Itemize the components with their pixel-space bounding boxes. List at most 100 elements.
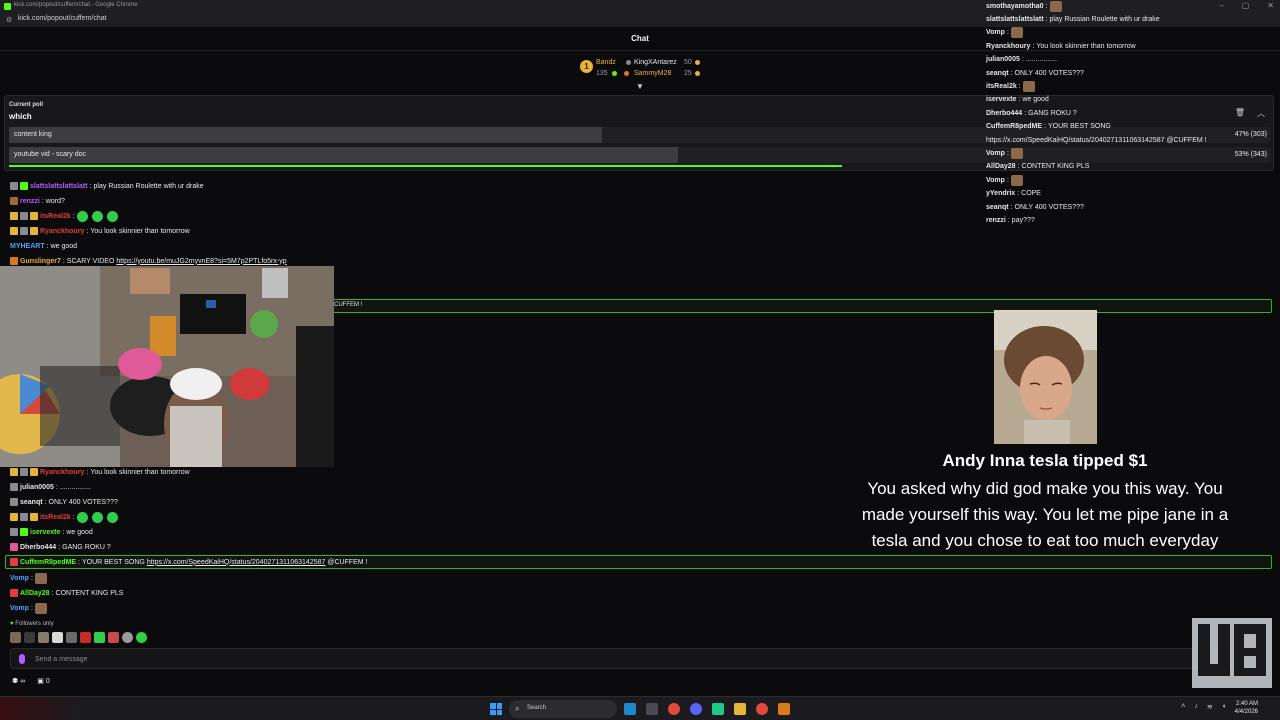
chat-username[interactable]: Ryanckhoury xyxy=(40,228,84,235)
chat-username[interactable]: MYHEART xyxy=(10,243,45,250)
chat-message[interactable]: iservexte: we good xyxy=(10,526,93,538)
chat-message[interactable]: Dherbo444: GANG ROKU ? xyxy=(10,541,111,553)
chat-username[interactable]: iservexte xyxy=(30,529,60,536)
chat-text: play Russian Roulette with ur drake xyxy=(93,182,204,190)
chat-message[interactable]: julian0005: ................ xyxy=(10,481,91,493)
overlay-chat-text: YOUR BEST SONG xyxy=(1047,123,1111,131)
chat-message[interactable]: Ryanckhoury: You look skinnier than tomo… xyxy=(10,466,190,478)
chat-message[interactable]: Vomp: xyxy=(10,572,47,584)
users-icon: ⚉ xyxy=(12,678,19,685)
gifts-stat[interactable]: ▣ 0 xyxy=(37,677,49,685)
steam-icon[interactable] xyxy=(624,703,636,715)
quick-emote-icon[interactable] xyxy=(94,632,105,643)
app-icon[interactable] xyxy=(646,703,658,715)
emote-icon xyxy=(91,210,103,222)
chat-link[interactable]: https://youtu.be/muJG2myvnE8?si=5M7p2PTL… xyxy=(116,258,286,265)
volume-icon[interactable]: ◖ xyxy=(1222,703,1226,711)
chat-message[interactable]: slattslattslattslatt: play Russian Roule… xyxy=(10,180,204,192)
chat-message[interactable]: Vomp: xyxy=(10,602,47,614)
chat-username[interactable]: renzzi xyxy=(20,198,40,205)
overlay-chat-username: smothayamotha0 xyxy=(986,2,1044,10)
poll-option-label: content king xyxy=(14,131,52,138)
wifi-icon[interactable]: ≋ xyxy=(1207,703,1213,711)
overlay-chat-message: julian0005:................ xyxy=(986,56,1057,64)
sub-badge-icon xyxy=(10,589,18,597)
subscriber-badge-icon xyxy=(20,227,28,235)
chat-username[interactable]: slattslattslattslatt xyxy=(30,183,88,190)
site-info-icon[interactable]: ⚙ xyxy=(6,16,12,24)
chat-username[interactable]: Dherbo444 xyxy=(20,544,56,551)
chat-message[interactable]: itsReal2k: xyxy=(10,210,120,222)
trash-icon[interactable]: 🗑 xyxy=(1235,108,1245,117)
verified-badge-icon xyxy=(20,182,28,190)
chat-username[interactable]: Ryanckhoury xyxy=(40,469,84,476)
chat-username[interactable]: itsReal2k xyxy=(40,514,71,521)
chat-username[interactable]: itsReal2k xyxy=(40,213,71,220)
chat-link[interactable]: https://x.com/SpeedKaiHQ/status/20402713… xyxy=(147,559,326,566)
chat-username[interactable]: CuffemR8pedME xyxy=(20,559,76,566)
quick-emote-icon[interactable] xyxy=(38,632,49,643)
overlay-chat-message: Vomp: xyxy=(986,174,1023,186)
chat-message[interactable]: CuffemR8pedME: YOUR BEST SONG https://x.… xyxy=(10,556,368,568)
close-icon[interactable]: ✕ xyxy=(1267,1,1274,10)
poll-question: which xyxy=(9,112,32,121)
emote-icon xyxy=(76,511,88,523)
quick-emote-icon[interactable] xyxy=(66,632,77,643)
discord-icon[interactable] xyxy=(690,703,702,715)
address-bar-url[interactable]: kick.com/popout/cuffem/chat xyxy=(18,15,107,22)
overlay-chat-text: play Russian Roulette with ur drake xyxy=(1049,15,1160,23)
file-explorer-icon[interactable] xyxy=(734,703,746,715)
chrome-icon[interactable] xyxy=(668,703,680,715)
quick-emote-icon[interactable] xyxy=(52,632,63,643)
overlay-chat-message: Dherbo444: GANG ROKU ? xyxy=(986,109,1077,117)
leaderboard-top-name: Bandz xyxy=(596,59,616,66)
taskbar-widget[interactable] xyxy=(0,697,80,720)
app-icon[interactable] xyxy=(778,703,790,715)
viewers-stat[interactable]: ⚉ ∞ xyxy=(12,677,25,685)
quick-emote-icon[interactable] xyxy=(136,632,147,643)
chat-username[interactable]: seanqt xyxy=(20,499,43,506)
chat-username[interactable]: julian0005 xyxy=(20,484,54,491)
windows-taskbar: ⌕ Search ˄ ♪ ≋ ◖ 2:40 AM 4/4/2026 xyxy=(0,696,1280,720)
app-icon[interactable] xyxy=(712,703,724,715)
chat-text: You look skinnier than tomorrow xyxy=(90,468,190,476)
quick-emote-icon[interactable] xyxy=(10,632,21,643)
emote-picker-icon[interactable] xyxy=(19,654,25,664)
pinned-chevron-icon[interactable]: ▼ xyxy=(635,83,645,91)
quick-emote-icon[interactable] xyxy=(24,632,35,643)
send-message-input[interactable] xyxy=(35,652,935,666)
mic-icon[interactable]: ♪ xyxy=(1194,703,1198,711)
chat-text: ................ xyxy=(59,483,91,491)
collapse-chevron-icon[interactable]: ︿ xyxy=(1257,108,1265,119)
taskbar-clock[interactable]: 2:40 AM 4/4/2026 xyxy=(1235,700,1258,716)
chrome-icon[interactable] xyxy=(756,703,768,715)
bronze-medal-icon xyxy=(624,71,629,76)
minimize-icon[interactable]: – xyxy=(1219,1,1223,10)
overlay-chat-text: ................ xyxy=(1025,56,1057,64)
maximize-icon[interactable]: ▢ xyxy=(1242,1,1250,10)
chat-username[interactable]: Gunslinger7 xyxy=(20,258,61,265)
leaderboard[interactable]: 1 Bandz 135 KingXAntarez 50 SammyM28 25 xyxy=(578,57,708,81)
chat-message[interactable]: Ryanckhoury: You look skinnier than tomo… xyxy=(10,225,190,237)
chat-message[interactable]: AllDay28: CONTENT KING PLS xyxy=(10,587,123,599)
chat-message[interactable]: renzzi: word? xyxy=(10,195,65,207)
windows-start-icon[interactable] xyxy=(490,703,502,715)
chat-message[interactable]: MYHEART: we good xyxy=(10,240,77,252)
emote-icon xyxy=(34,602,47,614)
chat-input-box[interactable] xyxy=(10,648,1232,669)
quick-emote-icon[interactable] xyxy=(122,632,133,643)
gift-badge-icon xyxy=(30,468,38,476)
overlay-chat-text: we good xyxy=(1022,96,1049,104)
quick-emote-icon[interactable] xyxy=(80,632,91,643)
chat-message[interactable]: itsReal2k: xyxy=(10,511,120,523)
quick-emote-icon[interactable] xyxy=(108,632,119,643)
taskbar-search[interactable]: ⌕ Search xyxy=(509,700,617,718)
overlay-chat-text: COPE xyxy=(1021,190,1041,198)
chat-username[interactable]: AllDay28 xyxy=(20,590,50,597)
chat-message[interactable]: seanqt: ONLY 400 VOTES??? xyxy=(10,496,118,508)
overlay-chat-username: CuffemR8pedME xyxy=(986,123,1043,131)
overlay-chat-text: GANG ROKU ? xyxy=(1028,109,1077,117)
tray-chevron-icon[interactable]: ˄ xyxy=(1181,703,1185,711)
chat-username[interactable]: Vomp xyxy=(10,605,29,612)
chat-username[interactable]: Vomp xyxy=(10,575,29,582)
